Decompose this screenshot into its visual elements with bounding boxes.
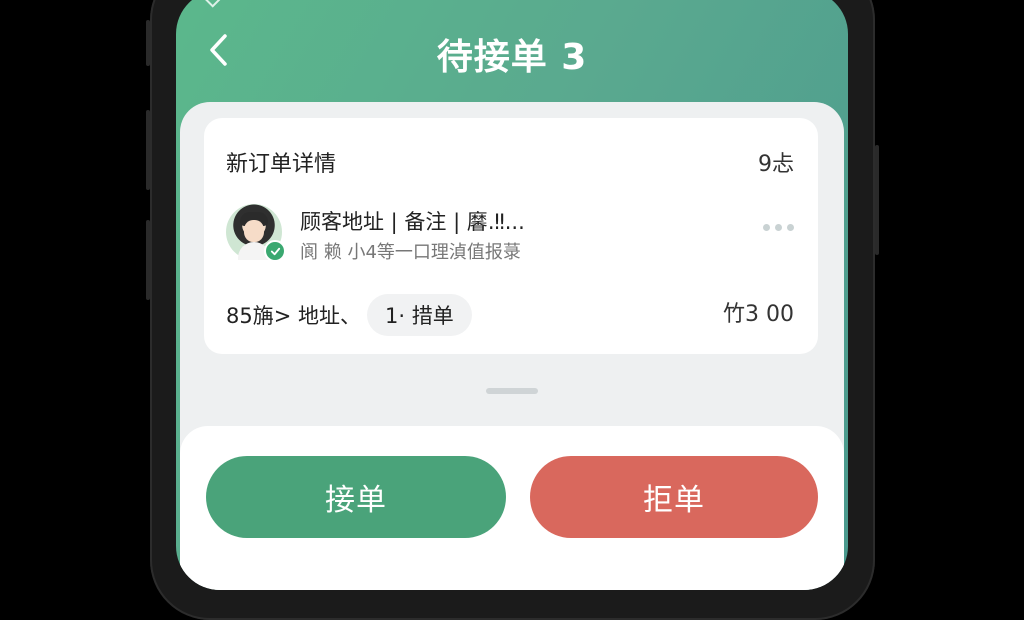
phone-side-button-left-2 <box>146 110 150 190</box>
more-dot <box>775 224 782 231</box>
phone-side-button-right <box>875 145 879 255</box>
route-info: 85㫋> 地址、 1· 措单 <box>226 294 472 336</box>
action-panel: 接单 拒单 <box>180 426 844 590</box>
customer-subtitle: 阆 赖 小4等一口理湞值报菉 <box>300 242 521 263</box>
app-header: 待接单 3 <box>176 20 848 80</box>
more-dot <box>787 224 794 231</box>
order-time: 9忐 <box>758 152 794 177</box>
customer-info: 顾客地址 | 备注 | 黁.‼... <box>300 210 525 234</box>
phone-side-button-left-3 <box>146 220 150 300</box>
status-indicator-icon <box>201 0 223 8</box>
order-price: 竹3 00 <box>723 302 794 327</box>
more-dot <box>763 224 770 231</box>
more-dots-icon[interactable] <box>763 224 794 231</box>
avatar <box>226 204 286 262</box>
order-card[interactable]: 新订单详情 9忐 顾客地址 | 备注 | 黁.‼... 阆 赖 小4等一口理湞值… <box>204 118 818 354</box>
drag-handle[interactable] <box>486 388 538 394</box>
order-card-title: 新订单详情 <box>226 152 337 177</box>
status-bar <box>176 0 848 8</box>
accept-order-button[interactable]: 接单 <box>206 456 506 538</box>
phone-side-button-left-1 <box>146 20 150 66</box>
route-chip[interactable]: 1· 措单 <box>367 294 472 336</box>
route-text: 85㫋> 地址、 <box>226 304 361 328</box>
verified-badge <box>264 240 286 262</box>
avatar-face <box>244 220 264 242</box>
page-title: 待接单 3 <box>436 37 588 78</box>
reject-order-button[interactable]: 拒单 <box>530 456 818 538</box>
phone-screen: 待接单 3 新订单详情 9忐 顾客地址 | 备注 | 黁.‼... 阆 赖 小4… <box>176 0 848 590</box>
check-badge-icon <box>270 247 280 255</box>
